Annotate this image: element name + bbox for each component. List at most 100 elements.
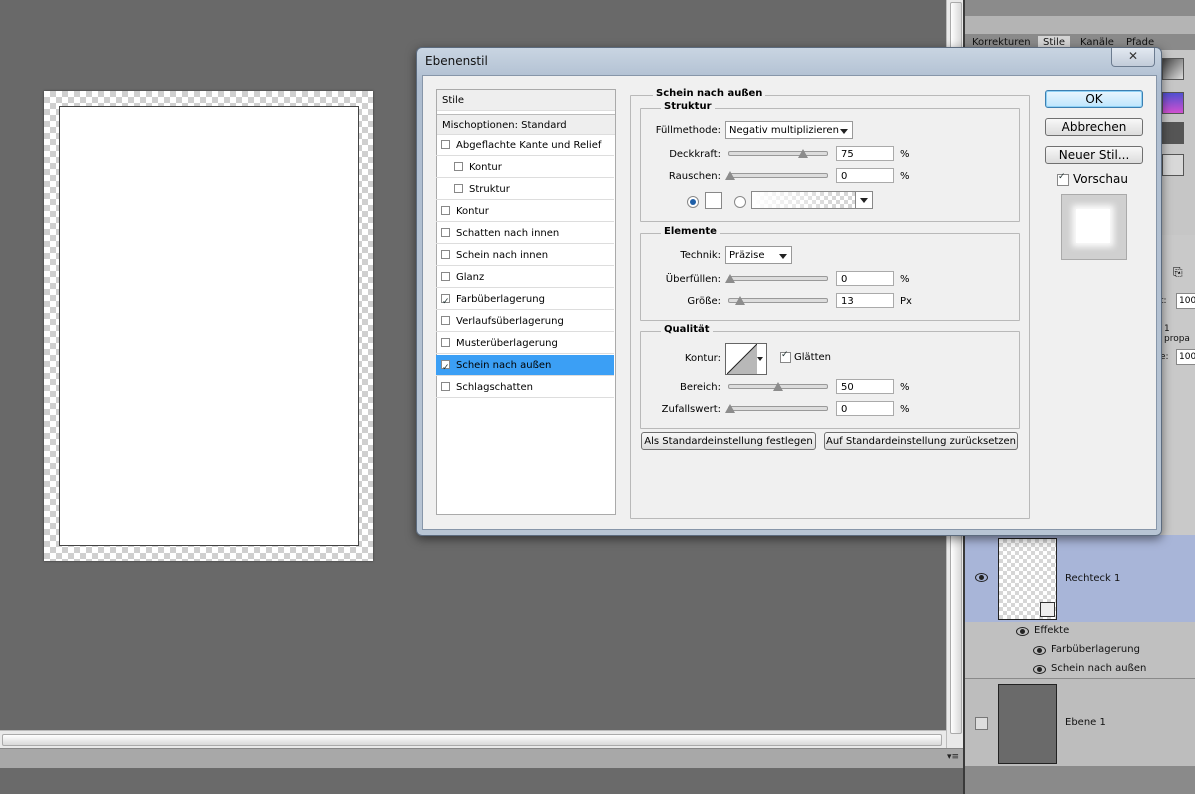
technique-label: Technik: <box>680 250 721 261</box>
style-checkbox[interactable] <box>441 358 450 379</box>
slider-handle[interactable] <box>725 171 735 180</box>
style-item[interactable]: Struktur <box>436 179 614 200</box>
eye-icon[interactable] <box>1033 646 1046 655</box>
effect-outer-glow[interactable]: Schein nach außen <box>1051 663 1146 674</box>
close-icon[interactable]: ✕ <box>1111 48 1155 67</box>
style-item[interactable]: Schein nach außen <box>436 355 614 379</box>
workspace-bottom <box>0 768 963 794</box>
style-checkbox[interactable] <box>454 184 463 193</box>
visibility-toggle[interactable] <box>975 717 988 730</box>
style-preview <box>1061 194 1127 260</box>
opacity-field[interactable]: 100 <box>1176 293 1195 309</box>
chevron-down-icon <box>860 198 868 203</box>
contour-picker[interactable] <box>725 343 767 375</box>
preview-square <box>1076 209 1110 243</box>
rectangle-shape[interactable] <box>59 106 359 546</box>
new-style-button[interactable]: Neuer Stil... <box>1045 146 1143 164</box>
opacity-input[interactable]: 75 <box>836 146 894 161</box>
style-checkbox[interactable] <box>441 292 450 313</box>
style-checkbox[interactable] <box>441 140 450 149</box>
antialias-checkbox[interactable] <box>780 350 791 363</box>
technique-select[interactable]: Präzise <box>725 246 792 264</box>
status-menu-icon[interactable]: ▾≡ <box>947 752 959 762</box>
antialias-label: Glätten <box>794 352 831 363</box>
opacity-slider[interactable] <box>728 149 828 158</box>
slider-handle[interactable] <box>725 404 735 413</box>
layer-row-ebene-1[interactable]: Ebene 1 <box>965 678 1195 767</box>
percent-unit: % <box>900 149 910 160</box>
style-item[interactable]: Glanz <box>436 267 614 288</box>
layer-thumbnail <box>998 684 1057 764</box>
range-label: Bereich: <box>679 382 721 393</box>
gradient-radio[interactable] <box>734 196 746 208</box>
style-item[interactable]: Kontur <box>436 201 614 222</box>
layer-effects: Effekte Farbüberlagerung Schein nach auß… <box>965 622 1195 678</box>
style-checkbox[interactable] <box>441 382 450 391</box>
make-default-button[interactable]: Als Standardeinstellung festlegen <box>641 432 816 450</box>
style-item[interactable]: Farbüberlagerung <box>436 289 614 313</box>
range-input[interactable]: 50 <box>836 379 894 394</box>
jitter-label: Zufallswert: <box>661 404 721 415</box>
gradient-dropdown[interactable] <box>855 192 872 208</box>
style-swatch[interactable] <box>1162 154 1184 176</box>
style-checkbox[interactable] <box>441 272 450 281</box>
blend-mode-select[interactable]: Negativ multiplizieren <box>725 121 853 139</box>
slider-handle[interactable] <box>773 382 783 391</box>
slider-handle[interactable] <box>735 296 745 305</box>
qualitaet-title: Qualität <box>661 324 713 335</box>
eye-icon[interactable] <box>975 573 988 582</box>
style-label: Schein nach außen <box>456 360 552 371</box>
ok-button[interactable]: OK <box>1045 90 1143 108</box>
section-title: Schein nach außen <box>653 88 766 99</box>
percent-unit: % <box>900 382 910 393</box>
style-checkbox[interactable] <box>441 228 450 237</box>
size-input[interactable]: 13 <box>836 293 894 308</box>
style-item[interactable]: Musterüberlagerung <box>436 333 614 354</box>
style-swatch[interactable] <box>1162 122 1184 144</box>
range-slider[interactable] <box>728 382 828 391</box>
style-label: Glanz <box>456 272 485 283</box>
style-item[interactable]: Schatten nach innen <box>436 223 614 244</box>
glow-color-swatch[interactable] <box>705 192 722 209</box>
style-label: Schatten nach innen <box>456 228 560 239</box>
layer-name: Ebene 1 <box>1065 717 1106 728</box>
style-item[interactable]: Schein nach innen <box>436 245 614 266</box>
effect-color-overlay[interactable]: Farbüberlagerung <box>1051 644 1140 655</box>
style-checkbox[interactable] <box>441 316 450 325</box>
style-checkbox[interactable] <box>441 206 450 215</box>
jitter-input[interactable]: 0 <box>836 401 894 416</box>
style-label: Verlaufsüberlagerung <box>456 316 564 327</box>
style-item[interactable]: Abgeflachte Kante und Relief <box>436 135 614 156</box>
slider-handle[interactable] <box>798 149 808 158</box>
reset-default-button[interactable]: Auf Standardeinstellung zurücksetzen <box>824 432 1018 450</box>
jitter-slider[interactable] <box>725 404 828 413</box>
style-swatch[interactable] <box>1162 92 1184 114</box>
chevron-down-icon[interactable] <box>757 357 763 361</box>
style-checkbox[interactable] <box>441 250 450 259</box>
eye-icon[interactable] <box>1016 627 1029 636</box>
cancel-button[interactable]: Abbrechen <box>1045 118 1143 136</box>
style-swatch[interactable] <box>1162 58 1184 80</box>
noise-input[interactable]: 0 <box>836 168 894 183</box>
horizontal-scroll-thumb[interactable] <box>2 734 942 746</box>
new-layer-icon[interactable]: ⎘ <box>1173 265 1183 280</box>
noise-slider[interactable] <box>725 171 828 180</box>
eye-icon[interactable] <box>1033 665 1046 674</box>
size-slider[interactable] <box>728 296 828 305</box>
style-item[interactable]: Verlaufsüberlagerung <box>436 311 614 332</box>
style-label: Musterüberlagerung <box>456 338 558 349</box>
style-checkbox[interactable] <box>454 162 463 171</box>
style-item[interactable]: Schlagschatten <box>436 377 614 398</box>
style-label: Struktur <box>469 184 510 195</box>
canvas-horizontal-scrollbar[interactable] <box>0 730 946 749</box>
layer-name: Rechteck 1 <box>1065 573 1121 584</box>
spread-input[interactable]: 0 <box>836 271 894 286</box>
style-checkbox[interactable] <box>441 338 450 347</box>
layer-row-rechteck-1[interactable]: Rechteck 1 <box>965 535 1195 622</box>
preview-checkbox[interactable] <box>1057 172 1069 186</box>
solid-color-radio[interactable] <box>687 196 699 208</box>
spread-slider[interactable] <box>725 274 828 283</box>
fill-field[interactable]: 100 <box>1176 349 1195 365</box>
slider-handle[interactable] <box>725 274 735 283</box>
style-item[interactable]: Kontur <box>436 157 614 178</box>
